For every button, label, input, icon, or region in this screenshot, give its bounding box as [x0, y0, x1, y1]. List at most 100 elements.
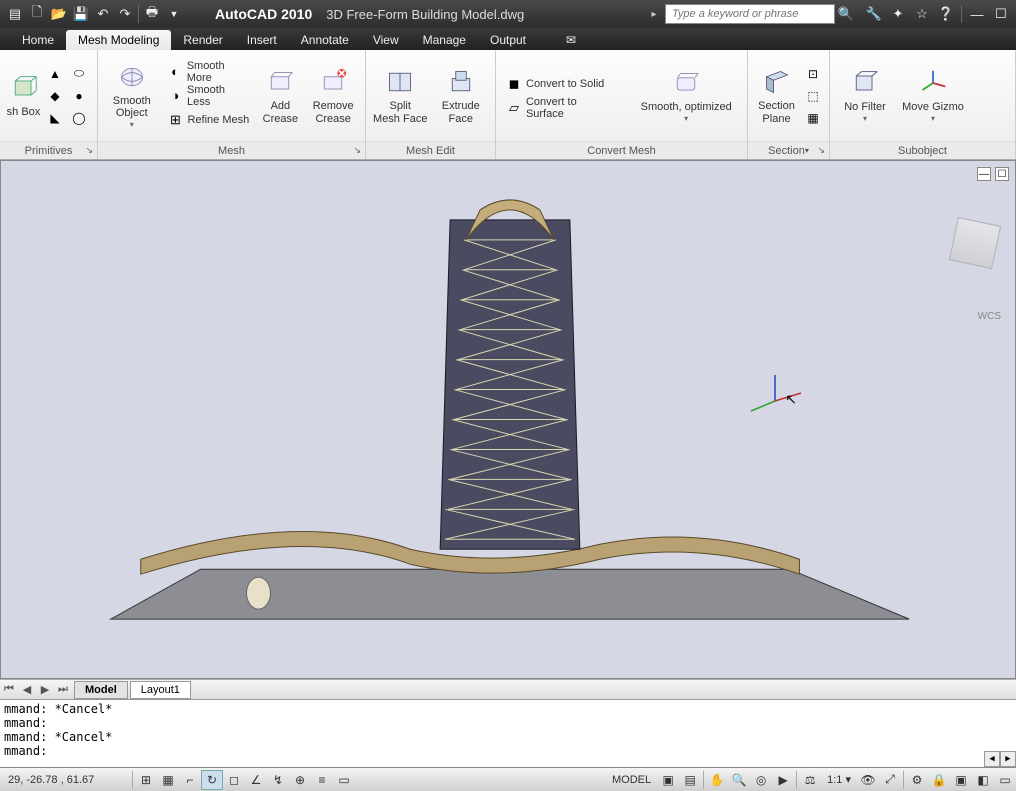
move-gizmo-label: Move Gizmo▾ — [902, 101, 964, 124]
live-section-icon[interactable]: ⊡ — [803, 64, 823, 84]
quick-view-drawings-icon[interactable]: ▤ — [679, 770, 701, 790]
showmotion-icon[interactable]: ▶ — [772, 770, 794, 790]
isolate-objects-icon[interactable]: ◧ — [972, 770, 994, 790]
panel-arrow-icon[interactable]: ↘ — [817, 145, 825, 156]
section-plane-button[interactable]: SectionPlane — [754, 60, 799, 132]
hardware-accel-icon[interactable]: ▣ — [950, 770, 972, 790]
exchange-icon[interactable]: ✦ — [887, 3, 909, 25]
mesh-box-button[interactable]: sh Box — [6, 60, 41, 132]
remove-crease-button[interactable]: RemoveCrease — [307, 60, 359, 132]
search-input[interactable] — [665, 4, 835, 24]
object-snap-icon[interactable]: ◻ — [223, 770, 245, 790]
workspace-switching-icon[interactable]: ⚙ — [906, 770, 928, 790]
steering-wheel-icon[interactable]: ◎ — [750, 770, 772, 790]
refine-mesh-button[interactable]: ⊞Refine Mesh — [163, 109, 253, 131]
move-gizmo-button[interactable]: Move Gizmo▾ — [898, 60, 968, 132]
convert-to-solid-button[interactable]: ◼Convert to Solid — [502, 73, 621, 95]
quick-access-toolbar: ▤ 🗋 📂 💾 ↶ ↷ 🖶 ▼ AutoCAD 2010 3D Free-For… — [0, 0, 1016, 28]
tab-nav-next-icon[interactable]: ▶ — [36, 683, 54, 696]
coordinates-readout: 29, -26.78 , 61.67 — [0, 774, 130, 786]
app-menu-button[interactable]: ▤ — [4, 3, 26, 25]
panel-arrow-icon[interactable]: ↘ — [353, 145, 361, 156]
tab-nav-first-icon[interactable]: ⏮ — [0, 683, 18, 696]
subscription-icon[interactable]: 🔧 — [863, 3, 885, 25]
section-jog-icon[interactable]: ⬚ — [803, 86, 823, 106]
print-icon[interactable]: 🖶 — [141, 3, 163, 25]
maximize-icon[interactable]: ☐ — [990, 3, 1012, 25]
split-mesh-face-button[interactable]: SplitMesh Face — [372, 60, 429, 132]
favorites-icon[interactable]: ☆ — [911, 3, 933, 25]
tab-view[interactable]: View — [361, 30, 411, 50]
tab-nav-prev-icon[interactable]: ◀ — [18, 683, 36, 696]
pan-icon[interactable]: ✋ — [706, 770, 728, 790]
cmd-scroll-right-icon[interactable]: ▶ — [1000, 751, 1016, 767]
object-snap-tracking-icon[interactable]: ∠ — [245, 770, 267, 790]
mesh-sphere-icon[interactable]: ● — [69, 86, 89, 106]
mesh-pyramid-icon[interactable]: ◆ — [45, 86, 65, 106]
wcs-label[interactable]: WCS — [978, 311, 1001, 322]
dynamic-input-icon[interactable]: ⊕ — [289, 770, 311, 790]
section-block-icon[interactable]: ▦ — [803, 108, 823, 128]
toolbar-lock-icon[interactable]: 🔒 — [928, 770, 950, 790]
viewcube[interactable] — [949, 217, 1001, 269]
viewport-maximize-icon[interactable]: ☐ — [995, 167, 1009, 181]
mesh-torus-icon[interactable]: ◯ — [69, 108, 89, 128]
tab-annotate[interactable]: Annotate — [289, 30, 361, 50]
autoscale-icon[interactable]: ⤢ — [879, 770, 901, 790]
lineweight-icon[interactable]: ≡ — [311, 770, 333, 790]
new-icon[interactable]: 🗋 — [26, 3, 48, 25]
save-icon[interactable]: 💾 — [70, 3, 92, 25]
open-icon[interactable]: 📂 — [48, 3, 70, 25]
smooth-less-label: Smooth Less — [187, 84, 249, 108]
help-icon[interactable]: ❔ — [935, 3, 957, 25]
viewport-minimize-icon[interactable]: — — [977, 167, 991, 181]
tab-home[interactable]: Home — [10, 30, 66, 50]
tab-nav-last-icon[interactable]: ⏭ — [54, 683, 72, 696]
smooth-less-button[interactable]: ◑Smooth Less — [163, 85, 253, 107]
convert-to-surface-button[interactable]: ▱Convert to Surface — [502, 97, 621, 119]
ducs-icon[interactable]: ↯ — [267, 770, 289, 790]
search-icon[interactable]: 🔍 — [835, 3, 857, 25]
model-space-label[interactable]: MODEL — [606, 774, 657, 786]
redo-icon[interactable]: ↷ — [114, 3, 136, 25]
search-arrow-icon[interactable]: ▸ — [643, 3, 665, 25]
mesh-wedge-icon[interactable]: ◣ — [45, 108, 65, 128]
polar-tracking-icon[interactable]: ↻ — [201, 770, 223, 790]
quick-view-layouts-icon[interactable]: ▣ — [657, 770, 679, 790]
smooth-object-button[interactable]: SmoothObject▾ — [104, 60, 159, 132]
undo-icon[interactable]: ↶ — [92, 3, 114, 25]
smooth-optimized-button[interactable]: Smooth, optimized▾ — [631, 60, 741, 132]
tab-mesh-modeling[interactable]: Mesh Modeling — [66, 30, 171, 50]
grid-display-icon[interactable]: ▦ — [157, 770, 179, 790]
viewport[interactable]: — ☐ WCS ↖ — [0, 160, 1016, 679]
mesh-cylinder-icon[interactable]: ⬭ — [69, 64, 89, 84]
annotation-scale-icon[interactable]: ⚖ — [799, 770, 821, 790]
annotation-scale-label[interactable]: 1:1 ▾ — [821, 773, 857, 786]
minimize-icon[interactable]: — — [966, 3, 988, 25]
extrude-face-button[interactable]: ExtrudeFace — [433, 60, 490, 132]
mesh-cone-icon[interactable]: ▲ — [45, 64, 65, 84]
ortho-mode-icon[interactable]: ⌐ — [179, 770, 201, 790]
model-tab[interactable]: Model — [74, 681, 128, 699]
annotation-visibility-icon[interactable]: 👁 — [857, 770, 879, 790]
command-window[interactable]: mmand: *Cancel* mmand: mmand: *Cancel* m… — [0, 699, 1016, 767]
qat-dropdown-icon[interactable]: ▼ — [163, 3, 185, 25]
add-crease-button[interactable]: AddCrease — [257, 60, 303, 132]
quick-properties-icon[interactable]: ▭ — [333, 770, 355, 790]
add-crease-icon — [264, 66, 296, 98]
zoom-icon[interactable]: 🔍 — [728, 770, 750, 790]
tab-extras-icon[interactable]: ✉ — [558, 30, 584, 50]
tab-insert[interactable]: Insert — [235, 30, 289, 50]
tab-manage[interactable]: Manage — [411, 30, 478, 50]
panel-arrow-icon[interactable]: ↘ — [85, 145, 93, 156]
clean-screen-icon[interactable]: ▭ — [994, 770, 1016, 790]
tab-output[interactable]: Output — [478, 30, 538, 50]
smooth-more-button[interactable]: ◐Smooth More — [163, 61, 253, 83]
no-filter-button[interactable]: No Filter▾ — [836, 60, 894, 132]
layout1-tab[interactable]: Layout1 — [130, 681, 191, 699]
tab-render[interactable]: Render — [171, 30, 234, 50]
panel-mesh: SmoothObject▾ ◐Smooth More ◑Smooth Less … — [98, 50, 366, 159]
scene-3d-model — [1, 161, 1015, 678]
snap-mode-icon[interactable]: ⊞ — [135, 770, 157, 790]
cmd-scroll-left-icon[interactable]: ◀ — [984, 751, 1000, 767]
